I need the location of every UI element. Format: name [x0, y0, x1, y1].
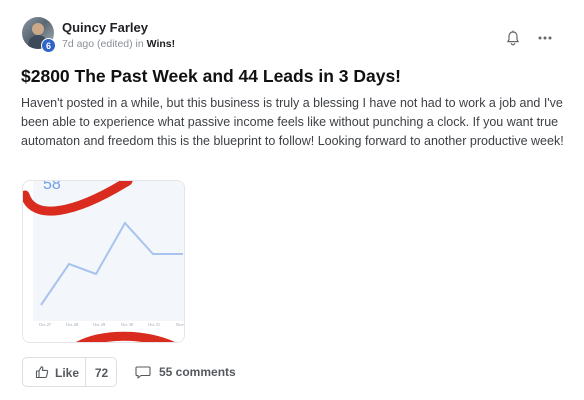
- comments-count: 55 comments: [159, 365, 236, 379]
- more-icon[interactable]: [536, 29, 554, 47]
- post-title[interactable]: $2800 The Past Week and 44 Leads in 3 Da…: [21, 66, 401, 87]
- x-tick: Oct 28: [66, 322, 79, 327]
- chart-top-number: 58: [43, 181, 61, 193]
- x-tick: Oct 29: [93, 322, 106, 327]
- x-tick: Oct 30: [121, 322, 134, 327]
- post-header: 6 Quincy Farley 7d ago (edited) in Wins!: [22, 17, 562, 53]
- like-count[interactable]: 72: [86, 366, 117, 380]
- post-meta: 7d ago (edited) in Wins!: [62, 38, 175, 50]
- level-badge: 6: [41, 38, 56, 53]
- x-tick: Nov: [176, 322, 184, 327]
- author-name[interactable]: Quincy Farley: [62, 20, 148, 35]
- post-card: 6 Quincy Farley 7d ago (edited) in Wins!…: [0, 0, 584, 400]
- bell-icon[interactable]: [504, 29, 522, 47]
- post-body: Haven't posted in a while, but this busi…: [21, 96, 564, 148]
- comments-link[interactable]: 55 comments: [135, 357, 245, 387]
- x-tick: Oct 31: [148, 322, 160, 327]
- like-label: Like: [55, 366, 80, 380]
- post-timestamp: 7d ago (edited) in: [62, 38, 147, 50]
- like-button[interactable]: Like 72: [22, 357, 117, 387]
- category-link[interactable]: Wins!: [147, 38, 176, 50]
- comment-icon: [135, 366, 151, 379]
- attachment-thumbnail[interactable]: 58 Oct 27 Oct 28 Oct 29 Oct 30 Oct 31 No…: [22, 180, 185, 343]
- thumbs-up-icon: [35, 366, 49, 379]
- x-tick: Oct 27: [39, 322, 52, 327]
